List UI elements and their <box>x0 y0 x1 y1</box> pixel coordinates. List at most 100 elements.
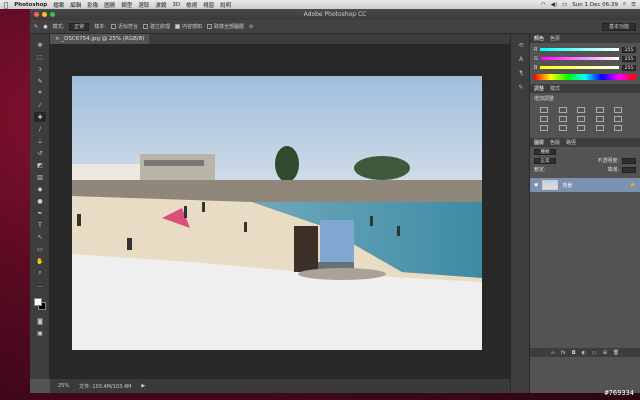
brightness-icon[interactable] <box>540 107 548 113</box>
folder-icon[interactable]: ▭ <box>592 350 597 356</box>
menu-file[interactable]: 檔案 <box>53 1 64 9</box>
posterize-icon[interactable] <box>558 125 567 131</box>
eye-icon[interactable]: ◉ <box>534 182 538 188</box>
tab-styles[interactable]: 樣式 <box>550 85 560 92</box>
kind-select[interactable]: 種類 <box>534 148 556 155</box>
menu-edit[interactable]: 編輯 <box>70 1 81 9</box>
menu-3d[interactable]: 3D <box>172 2 180 8</box>
minimize-button[interactable] <box>42 12 47 17</box>
history-brush-icon[interactable]: ↺ <box>34 148 46 158</box>
slider-b[interactable]: B 255 <box>530 63 640 72</box>
opacity-field[interactable] <box>622 157 636 164</box>
zoom-tool-icon[interactable]: ⌕ <box>34 268 46 278</box>
curves-icon[interactable] <box>577 107 586 113</box>
properties-icon[interactable]: A <box>516 56 526 65</box>
document-image[interactable] <box>72 76 482 350</box>
battery-icon[interactable]: ▭ <box>562 2 567 8</box>
menu-type[interactable]: 類型 <box>121 1 132 9</box>
zoom-level[interactable]: 25% <box>58 383 69 389</box>
menu-view[interactable]: 檢視 <box>186 1 197 9</box>
bw-icon[interactable] <box>577 116 586 122</box>
mask-icon[interactable]: ◘ <box>572 350 576 356</box>
quick-select-icon[interactable]: ✎ <box>34 76 46 86</box>
search-icon[interactable]: ⌕ <box>623 1 626 8</box>
clock[interactable]: Sun 1 Dec 06:39 <box>572 2 618 8</box>
quick-mask-icon[interactable]: ◙ <box>34 316 46 326</box>
slider-g[interactable]: G 255 <box>530 54 640 63</box>
stamp-tool-icon[interactable]: ⊥ <box>34 136 46 146</box>
slider-b-value[interactable]: 255 <box>622 64 636 71</box>
photo-filter-icon[interactable] <box>595 116 604 122</box>
menu-help[interactable]: 說明 <box>220 1 231 9</box>
status-arrow-icon[interactable]: ▶ <box>141 383 145 389</box>
fill-field[interactable] <box>622 166 636 173</box>
apple-icon[interactable]:  <box>4 1 8 9</box>
menu-filter[interactable]: 濾鏡 <box>155 1 166 9</box>
tab-layers[interactable]: 圖層 <box>534 139 544 146</box>
opt-sample-all[interactable]: 取樣全部圖層 <box>207 23 244 30</box>
healing-brush-icon[interactable]: ✎ <box>34 24 38 30</box>
list-icon[interactable]: ☰ <box>631 2 636 8</box>
wifi-icon[interactable]: ◠ <box>541 2 546 8</box>
selective-color-icon[interactable] <box>614 125 623 131</box>
healing-tool-icon[interactable]: ✚ <box>34 112 46 122</box>
brush-presets-icon[interactable]: ✎ <box>516 84 526 93</box>
link-icon[interactable]: ∞ <box>551 350 555 356</box>
new-layer-icon[interactable]: ⊞ <box>603 350 607 356</box>
gradient-tool-icon[interactable]: ▥ <box>34 172 46 182</box>
brush-tool-icon[interactable]: ∕ <box>34 124 46 134</box>
channel-mixer-icon[interactable] <box>614 116 623 122</box>
workspace-select[interactable]: 基本功能 <box>601 22 636 31</box>
tab-color[interactable]: 顏色 <box>534 35 544 42</box>
screen-mode-icon[interactable]: ▣ <box>34 328 46 338</box>
slider-g-value[interactable]: 255 <box>622 55 636 62</box>
type-tool-icon[interactable]: T <box>34 220 46 230</box>
canvas-area[interactable] <box>50 44 510 379</box>
blur-tool-icon[interactable]: ◆ <box>34 184 46 194</box>
trash-icon[interactable]: 🗑 <box>613 350 619 356</box>
document-tab[interactable]: × _DSC6754.jpg @ 25% (RGB/8) <box>50 34 150 44</box>
dodge-tool-icon[interactable]: ● <box>34 196 46 206</box>
more-tools-icon[interactable]: … <box>34 280 46 290</box>
eyedropper-icon[interactable]: ⁄ <box>34 100 46 110</box>
lasso-tool-icon[interactable]: ↄ <box>34 64 46 74</box>
slider-r-track[interactable] <box>540 48 619 51</box>
history-icon[interactable]: ⟲ <box>516 42 526 51</box>
menu-image[interactable]: 影像 <box>87 1 98 9</box>
tab-channels[interactable]: 色版 <box>550 139 560 146</box>
eraser-tool-icon[interactable]: ◩ <box>34 160 46 170</box>
opt-proximity[interactable]: 近似符合 <box>110 23 138 30</box>
menu-layer[interactable]: 圖層 <box>104 1 115 9</box>
shape-tool-icon[interactable]: ▭ <box>34 244 46 254</box>
slider-b-track[interactable] <box>540 66 619 69</box>
levels-icon[interactable] <box>558 107 567 113</box>
slider-r-value[interactable]: 255 <box>622 46 636 53</box>
tab-swatches[interactable]: 色票 <box>550 35 560 42</box>
opt-content-aware[interactable]: 內容感知 <box>175 23 202 30</box>
adjustment-layer-icon[interactable]: ◐ <box>582 350 586 356</box>
brush-size-icon[interactable]: ● <box>43 24 47 30</box>
blend-mode-select[interactable]: 正常 <box>534 157 556 164</box>
marquee-tool-icon[interactable]: ⬚ <box>34 52 46 62</box>
color-spectrum[interactable] <box>534 74 636 80</box>
menu-window[interactable]: 視窗 <box>203 1 214 9</box>
move-tool-icon[interactable]: ✥ <box>34 40 46 50</box>
crop-tool-icon[interactable]: ⌗ <box>34 88 46 98</box>
pressure-icon[interactable]: ⊘ <box>249 24 253 30</box>
hand-tool-icon[interactable]: ✋ <box>34 256 46 266</box>
app-menu[interactable]: Photoshop <box>14 2 47 8</box>
path-select-icon[interactable]: ↖ <box>34 232 46 242</box>
character-icon[interactable]: ¶ <box>516 70 526 79</box>
tab-adjustments[interactable]: 調整 <box>534 85 544 92</box>
menu-select[interactable]: 選取 <box>138 1 149 9</box>
fx-icon[interactable]: fx <box>561 350 566 356</box>
vibrance-icon[interactable] <box>614 107 623 113</box>
slider-r[interactable]: R 255 <box>530 45 640 54</box>
gradient-map-icon[interactable] <box>595 125 604 131</box>
layer-background[interactable]: ◉ 背景 🔒 <box>530 178 640 192</box>
close-button[interactable] <box>34 12 39 17</box>
threshold-icon[interactable] <box>577 125 586 131</box>
volume-icon[interactable]: ◀) <box>551 2 557 8</box>
foreground-color-swatch[interactable] <box>34 298 42 306</box>
opt-texture[interactable]: 建立紋理 <box>142 23 170 30</box>
